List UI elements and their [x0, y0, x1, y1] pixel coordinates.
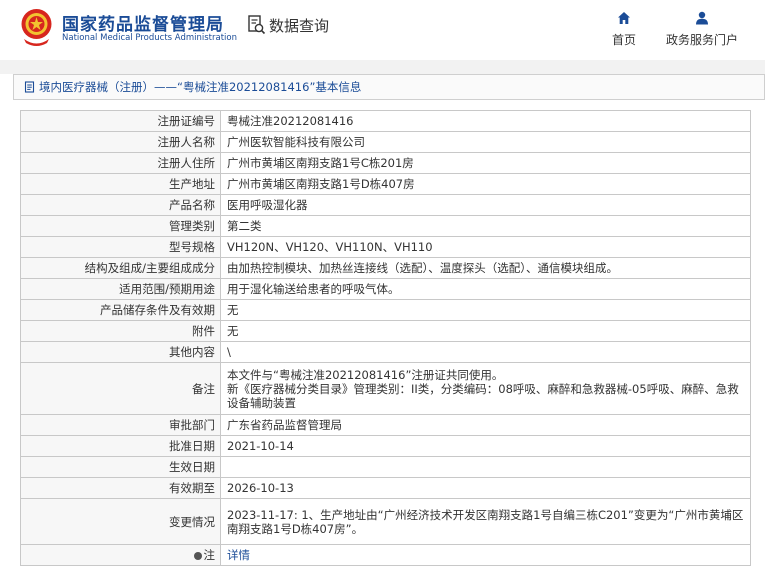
table-row: 产品名称 医用呼吸湿化器 — [20, 194, 751, 216]
field-label: 结构及组成/主要组成成分 — [20, 257, 221, 279]
field-label: 产品储存条件及有效期 — [20, 299, 221, 321]
table-row: 适用范围/预期用途 用于湿化输送给患者的呼吸气体。 — [20, 278, 751, 300]
field-value: 广州市黄埔区南翔支路1号C栋201房 — [220, 152, 751, 174]
field-value: 广东省药品监督管理局 — [220, 414, 751, 436]
table-row: 附件 无 — [20, 320, 751, 342]
table-row: 变更情况 2023-11-17: 1、生产地址由“广州经济技术开发区南翔支路1号… — [20, 498, 751, 545]
table-row: 其他内容 \ — [20, 341, 751, 363]
field-label: 附件 — [20, 320, 221, 342]
note-label-cell: 注 — [20, 544, 221, 566]
table-row: 型号规格 VH120N、VH120、VH110N、VH110 — [20, 236, 751, 258]
table-row: 产品储存条件及有效期 无 — [20, 299, 751, 321]
user-icon — [696, 11, 708, 25]
table-row: 注 详情 — [20, 544, 751, 566]
note-value-cell: 详情 — [220, 544, 751, 566]
header-divider — [0, 60, 765, 74]
field-label: 备注 — [20, 362, 221, 415]
field-value: 医用呼吸湿化器 — [220, 194, 751, 216]
table-row: 批准日期 2021-10-14 — [20, 435, 751, 457]
document-search-icon — [248, 15, 266, 35]
note-label: 注 — [203, 548, 216, 562]
field-value: 2026-10-13 — [220, 477, 751, 499]
site-header: 国家药品监督管理局 National Medical Products Admi… — [0, 0, 765, 60]
field-label: 注册证编号 — [20, 110, 221, 132]
table-row: 注册人住所 广州市黄埔区南翔支路1号C栋201房 — [20, 152, 751, 174]
nav-home[interactable]: 首页 — [612, 11, 636, 48]
document-icon — [24, 81, 35, 93]
field-label: 其他内容 — [20, 341, 221, 363]
field-label: 管理类别 — [20, 215, 221, 237]
nav-service-portal[interactable]: 政务服务门户 — [666, 11, 738, 48]
registration-detail-table: 注册证编号 粤械注准20212081416 注册人名称 广州医软智能科技有限公司… — [20, 110, 751, 566]
field-value — [220, 456, 751, 478]
table-row: 管理类别 第二类 — [20, 215, 751, 237]
nav-home-label: 首页 — [612, 33, 637, 47]
field-value: \ — [220, 341, 751, 363]
data-query-label: 数据查询 — [269, 16, 330, 35]
national-emblem-icon — [21, 9, 52, 46]
table-row: 备注 本文件与“粤械注准20212081416”注册证共同使用。 新《医疗器械分… — [20, 362, 751, 415]
nav-service-portal-label: 政务服务门户 — [666, 33, 739, 47]
breadcrumb: 境内医疗器械（注册）——“粤械注准20212081416”基本信息 — [13, 74, 765, 100]
field-value: VH120N、VH120、VH110N、VH110 — [220, 236, 751, 258]
field-label: 有效期至 — [20, 477, 221, 499]
field-value: 无 — [220, 320, 751, 342]
table-row: 审批部门 广东省药品监督管理局 — [20, 414, 751, 436]
site-logo-title[interactable]: 国家药品监督管理局 — [62, 10, 224, 35]
data-query-link[interactable]: 数据查询 — [248, 14, 329, 36]
field-label: 注册人住所 — [20, 152, 221, 174]
field-value: 用于湿化输送给患者的呼吸气体。 — [220, 278, 751, 300]
field-label: 生产地址 — [20, 173, 221, 195]
remarks-value: 本文件与“粤械注准20212081416”注册证共同使用。 新《医疗器械分类目录… — [220, 362, 751, 415]
home-icon — [618, 12, 630, 24]
field-label: 审批部门 — [20, 414, 221, 436]
field-value: 第二类 — [220, 215, 751, 237]
table-row: 注册人名称 广州医软智能科技有限公司 — [20, 131, 751, 153]
field-value: 广州市黄埔区南翔支路1号D栋407房 — [220, 173, 751, 195]
table-row: 生效日期 — [20, 456, 751, 478]
field-value: 广州医软智能科技有限公司 — [220, 131, 751, 153]
field-value: 粤械注准20212081416 — [220, 110, 751, 132]
field-label: 产品名称 — [20, 194, 221, 216]
table-row: 结构及组成/主要组成成分 由加热控制模块、加热丝连接线（选配）、温度探头（选配）… — [20, 257, 751, 279]
field-label: 型号规格 — [20, 236, 221, 258]
field-label: 适用范围/预期用途 — [20, 278, 221, 300]
details-link[interactable]: 详情 — [227, 548, 250, 562]
field-value: 由加热控制模块、加热丝连接线（选配）、温度探头（选配）、通信模块组成。 — [220, 257, 751, 279]
note-bullet-icon — [193, 551, 202, 560]
field-label: 批准日期 — [20, 435, 221, 457]
field-value: 2021-10-14 — [220, 435, 751, 457]
table-row: 注册证编号 粤械注准20212081416 — [20, 110, 751, 132]
site-logo-subtitle[interactable]: National Medical Products Administration — [62, 33, 237, 43]
breadcrumb-title: 境内医疗器械（注册）——“粤械注准20212081416”基本信息 — [39, 80, 362, 94]
table-row: 生产地址 广州市黄埔区南翔支路1号D栋407房 — [20, 173, 751, 195]
field-label: 生效日期 — [20, 456, 221, 478]
field-value: 无 — [220, 299, 751, 321]
field-label: 注册人名称 — [20, 131, 221, 153]
table-row: 有效期至 2026-10-13 — [20, 477, 751, 499]
field-label: 变更情况 — [20, 498, 221, 545]
change-history-value: 2023-11-17: 1、生产地址由“广州经济技术开发区南翔支路1号自编三栋C… — [220, 498, 751, 545]
